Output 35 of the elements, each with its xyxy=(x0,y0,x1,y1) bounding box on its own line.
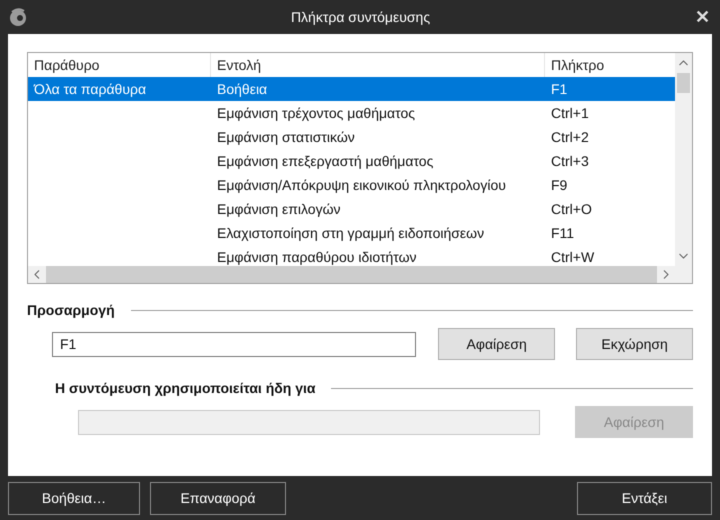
table-cell[interactable]: Εμφάνιση παραθύρου ιδιοτήτων xyxy=(211,245,545,269)
app-logo-icon xyxy=(8,7,28,27)
table-cell[interactable]: Ctrl+3 xyxy=(545,149,675,173)
ok-button[interactable]: Εντάξει xyxy=(577,482,712,514)
table-cell[interactable]: Ελαχιστοποίηση στη γραμμή ειδοποιήσεων xyxy=(211,221,545,245)
section-heading: Η συντόμευση χρησιμοποιείται ήδη για xyxy=(55,380,316,396)
table-cell[interactable]: Ctrl+O xyxy=(545,197,675,221)
section-heading: Προσαρμογή xyxy=(27,302,115,318)
column-header[interactable]: Πλήκτρο xyxy=(545,53,675,77)
scroll-up-icon[interactable] xyxy=(679,60,688,66)
scroll-thumb[interactable] xyxy=(677,73,690,93)
table-cell[interactable]: Ctrl+2 xyxy=(545,125,675,149)
remove-button[interactable]: Αφαίρεση xyxy=(438,328,556,360)
help-button[interactable]: Βοήθεια… xyxy=(8,482,140,514)
assign-button[interactable]: Εκχώρηση xyxy=(576,328,694,360)
scroll-left-icon[interactable] xyxy=(34,270,40,279)
table-cell[interactable]: F11 xyxy=(545,221,675,245)
vertical-scrollbar[interactable] xyxy=(675,53,692,266)
table-cell[interactable]: Εμφάνιση στατιστικών xyxy=(211,125,545,149)
window-title: Πλήκτρα συντόμευσης xyxy=(290,9,432,25)
close-button[interactable]: ✕ xyxy=(693,6,712,28)
table-cell[interactable]: Εμφάνιση επιλογών xyxy=(211,197,545,221)
shortcut-field[interactable]: F1 xyxy=(52,332,416,356)
table-cell[interactable]: Ctrl+W xyxy=(545,245,675,269)
table-cell[interactable]: Ctrl+1 xyxy=(545,101,675,125)
table-cell[interactable]: F1 xyxy=(545,77,675,101)
scroll-right-icon[interactable] xyxy=(663,270,669,279)
table-cell[interactable]: Όλα τα παράθυρα xyxy=(28,77,211,101)
table-cell[interactable]: Βοήθεια xyxy=(211,77,545,101)
table-cell[interactable]: Εμφάνιση/Απόκρυψη εικονικού πληκτρολογίου xyxy=(211,173,545,197)
reset-button[interactable]: Επαναφορά xyxy=(150,482,286,514)
table-cell[interactable]: F9 xyxy=(545,173,675,197)
table-cell[interactable]: Εμφάνιση επεξεργαστή μαθήματος xyxy=(211,149,545,173)
table-cell[interactable]: Εμφάνιση τρέχοντος μαθήματος xyxy=(211,101,545,125)
scroll-down-icon[interactable] xyxy=(679,253,688,259)
